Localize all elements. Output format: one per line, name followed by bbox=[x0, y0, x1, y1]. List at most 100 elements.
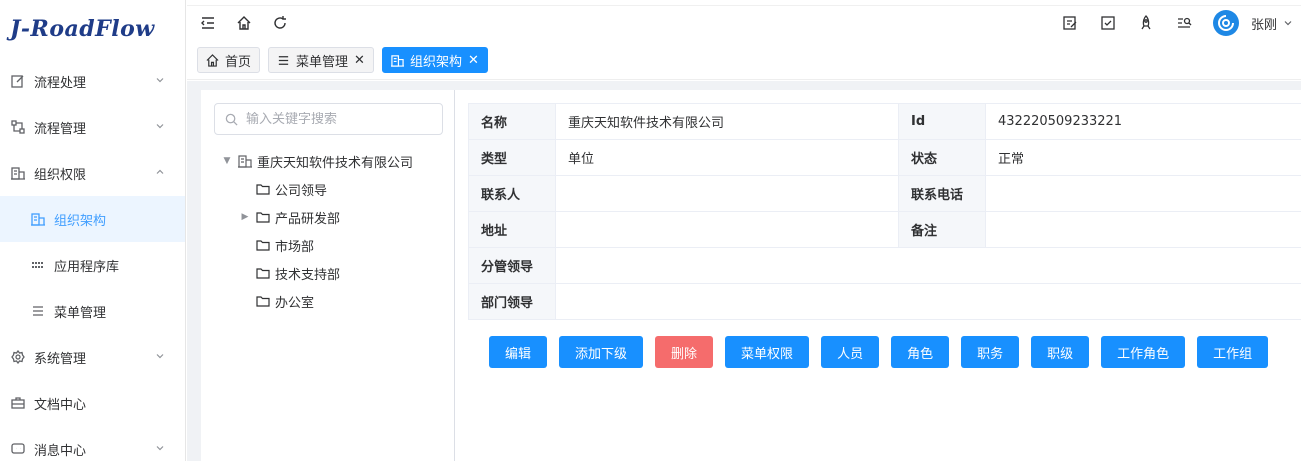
menu-permission-button[interactable]: 菜单权限 bbox=[725, 336, 810, 368]
field-value bbox=[555, 175, 899, 212]
close-icon[interactable]: ✕ bbox=[468, 54, 479, 67]
chevron-down-icon bbox=[155, 443, 167, 455]
sidebar-item-label: 系统管理 bbox=[34, 351, 87, 367]
grid-icon bbox=[30, 257, 46, 273]
gear-icon bbox=[10, 349, 26, 365]
tree-node-root[interactable]: ▼ 重庆天知软件技术有限公司 bbox=[221, 147, 413, 175]
field-value bbox=[555, 283, 1301, 320]
tree-node[interactable]: 市场部 bbox=[221, 231, 413, 259]
sidebar-item-label: 组织权限 bbox=[34, 167, 87, 183]
search-list-icon[interactable] bbox=[1175, 14, 1193, 32]
table-row: 部门领导 bbox=[468, 283, 1301, 320]
duty-button[interactable]: 职务 bbox=[961, 336, 1020, 368]
building-icon bbox=[10, 165, 26, 181]
tree-node-label: 市场部 bbox=[275, 239, 315, 255]
staff-button[interactable]: 人员 bbox=[821, 336, 880, 368]
rank-button[interactable]: 职级 bbox=[1031, 336, 1090, 368]
avatar[interactable] bbox=[1212, 10, 1239, 36]
org-tree: ▼ 重庆天知软件技术有限公司 公司领导 ▶ 产品研发部 市场部 技术支持部 办公… bbox=[221, 147, 413, 315]
field-value bbox=[555, 211, 899, 248]
edit-task-icon[interactable] bbox=[1061, 14, 1079, 32]
sidebar-item-messages[interactable]: 消息中心 bbox=[0, 426, 185, 461]
tree-node[interactable]: 办公室 bbox=[221, 287, 413, 315]
field-value bbox=[985, 175, 1301, 212]
tree-node[interactable]: 技术支持部 bbox=[221, 259, 413, 287]
tree-node[interactable]: ▶ 产品研发部 bbox=[221, 203, 413, 231]
add-child-button[interactable]: 添加下级 bbox=[559, 336, 644, 368]
menu-icon bbox=[30, 303, 46, 319]
folder-icon bbox=[256, 210, 270, 224]
sidebar-item-label: 消息中心 bbox=[34, 443, 87, 459]
refresh-icon[interactable] bbox=[271, 14, 289, 32]
org-info-table: 名称 重庆天知软件技术有限公司 Id 432220509233221 类型 单位… bbox=[468, 103, 1301, 320]
briefcase-icon bbox=[10, 395, 26, 411]
sidebar-item-label: 流程管理 bbox=[34, 121, 87, 137]
tree-search[interactable] bbox=[214, 103, 443, 135]
field-label: 联系电话 bbox=[898, 175, 986, 212]
tab-menu-manage[interactable]: 菜单管理 ✕ bbox=[268, 47, 374, 73]
header: 张刚 首页 菜单管理 ✕ 组织架构 ✕ bbox=[187, 0, 1301, 80]
tree-node[interactable]: 公司领导 bbox=[221, 175, 413, 203]
chevron-up-icon bbox=[155, 167, 167, 179]
sidebar-item-process[interactable]: 流程处理 bbox=[0, 58, 185, 104]
sidebar-item-flow-manage[interactable]: 流程管理 bbox=[0, 104, 185, 150]
sidebar-item-org-permission[interactable]: 组织权限 bbox=[0, 150, 185, 196]
field-value: 重庆天知软件技术有限公司 bbox=[555, 103, 899, 140]
sidebar-item-org-structure[interactable]: 组织架构 bbox=[0, 196, 185, 242]
tab-label: 菜单管理 bbox=[296, 54, 349, 70]
delete-button[interactable]: 删除 bbox=[655, 336, 714, 368]
close-icon[interactable]: ✕ bbox=[354, 54, 365, 67]
tab-org-structure[interactable]: 组织架构 ✕ bbox=[381, 47, 488, 73]
search-input[interactable] bbox=[246, 111, 426, 127]
tab-bar: 首页 菜单管理 ✕ 组织架构 ✕ bbox=[197, 47, 488, 73]
caret-down-icon[interactable]: ▼ bbox=[221, 156, 233, 166]
folder-icon bbox=[256, 182, 270, 196]
field-value: 单位 bbox=[555, 139, 899, 176]
sidebar-item-system[interactable]: 系统管理 bbox=[0, 334, 185, 380]
field-label: 联系人 bbox=[468, 175, 556, 212]
caret-right-icon[interactable]: ▶ bbox=[239, 212, 251, 222]
field-value: 正常 bbox=[985, 139, 1301, 176]
work-role-button[interactable]: 工作角色 bbox=[1101, 336, 1186, 368]
username: 张刚 bbox=[1250, 17, 1277, 33]
toolbar-right: 张刚 bbox=[1061, 10, 1293, 36]
table-row: 地址 备注 bbox=[468, 211, 1301, 248]
building-icon bbox=[30, 211, 46, 227]
chevron-down-icon bbox=[155, 75, 167, 87]
field-label: 备注 bbox=[898, 211, 986, 248]
chevron-down-icon bbox=[155, 121, 167, 133]
toolbar-left bbox=[199, 14, 289, 32]
field-value bbox=[985, 211, 1301, 248]
folder-icon bbox=[256, 238, 270, 252]
user-menu[interactable]: 张刚 bbox=[1251, 14, 1293, 33]
building-icon bbox=[390, 54, 404, 67]
collapse-menu-icon[interactable] bbox=[199, 14, 217, 32]
field-value: 432220509233221 bbox=[985, 103, 1301, 140]
chevron-down-icon bbox=[1284, 21, 1292, 26]
content-area: ▼ 重庆天知软件技术有限公司 公司领导 ▶ bbox=[187, 81, 1301, 461]
work-group-button[interactable]: 工作组 bbox=[1197, 336, 1269, 368]
edit-button[interactable]: 编辑 bbox=[489, 336, 548, 368]
check-task-icon[interactable] bbox=[1099, 14, 1117, 32]
rocket-icon[interactable] bbox=[1137, 14, 1155, 32]
tree-node-label: 公司领导 bbox=[275, 183, 328, 199]
field-label: 类型 bbox=[468, 139, 556, 176]
org-detail: 名称 重庆天知软件技术有限公司 Id 432220509233221 类型 单位… bbox=[468, 103, 1301, 320]
sidebar-item-label: 流程处理 bbox=[34, 75, 87, 91]
tab-home[interactable]: 首页 bbox=[197, 47, 261, 73]
tree-node-label: 重庆天知软件技术有限公司 bbox=[257, 155, 414, 171]
sidebar-item-menu-manage[interactable]: 菜单管理 bbox=[0, 288, 185, 334]
table-row: 分管领导 bbox=[468, 247, 1301, 284]
home-icon[interactable] bbox=[235, 14, 253, 32]
chat-icon bbox=[10, 441, 26, 457]
sidebar-item-label: 组织架构 bbox=[54, 213, 107, 229]
folder-icon bbox=[256, 266, 270, 280]
sidebar-item-app-library[interactable]: 应用程序库 bbox=[0, 242, 185, 288]
role-button[interactable]: 角色 bbox=[891, 336, 950, 368]
tree-pane: ▼ 重庆天知软件技术有限公司 公司领导 ▶ bbox=[201, 90, 455, 461]
tree-node-label: 产品研发部 bbox=[275, 211, 341, 227]
sidebar-item-docs[interactable]: 文档中心 bbox=[0, 380, 185, 426]
tab-label: 首页 bbox=[225, 54, 252, 70]
top-divider bbox=[187, 0, 1301, 6]
tree-node-label: 办公室 bbox=[275, 295, 315, 311]
